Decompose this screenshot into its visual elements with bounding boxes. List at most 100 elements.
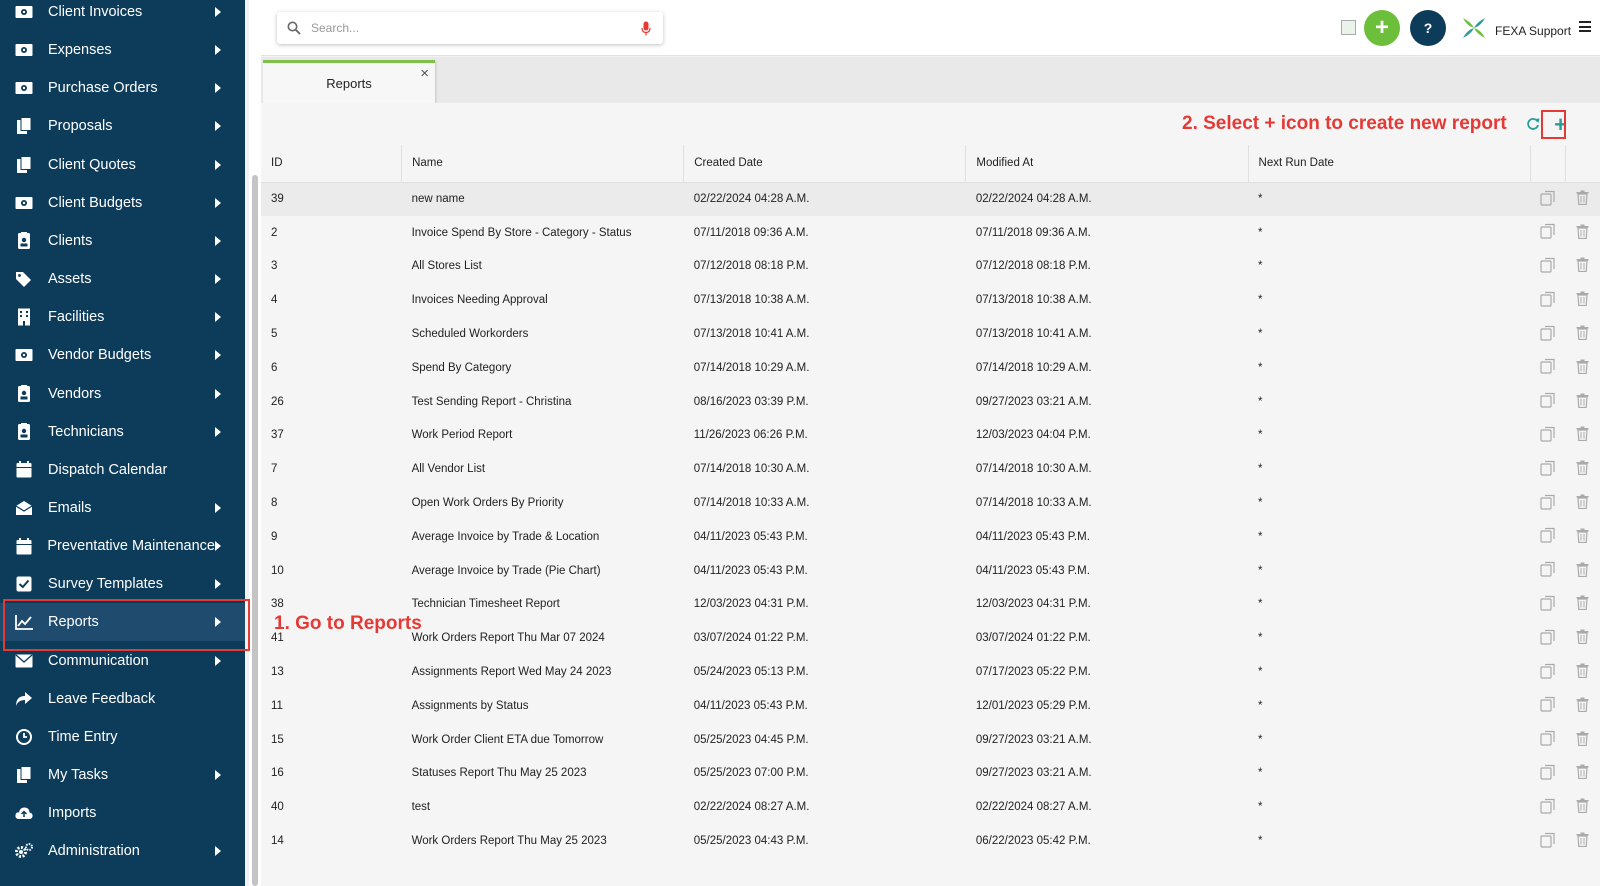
trash-icon[interactable] bbox=[1565, 588, 1600, 622]
table-row[interactable]: 6 Spend By Category 07/14/2018 10:29 A.M. 0… bbox=[261, 351, 1600, 385]
sidebar-item-preventative-maintenance[interactable]: Preventative Maintenance bbox=[0, 527, 245, 565]
trash-icon[interactable] bbox=[1565, 824, 1600, 858]
hamburger-menu-icon[interactable] bbox=[1579, 21, 1591, 32]
table-row[interactable]: 39 new name 02/22/2024 04:28 A.M. 02/22/202… bbox=[261, 182, 1600, 216]
copy-icon[interactable] bbox=[1530, 689, 1565, 723]
copy-icon[interactable] bbox=[1530, 385, 1565, 419]
copy-icon[interactable] bbox=[1530, 419, 1565, 453]
trash-icon[interactable] bbox=[1565, 621, 1600, 655]
copy-icon[interactable] bbox=[1530, 182, 1566, 216]
column-header-created-date[interactable]: Created Date bbox=[683, 145, 967, 183]
copy-icon[interactable] bbox=[1530, 588, 1565, 622]
sidebar-item-technicians[interactable]: Technicians bbox=[0, 413, 245, 451]
copy-icon[interactable] bbox=[1530, 554, 1565, 588]
trash-icon[interactable] bbox=[1565, 317, 1600, 351]
copy-icon[interactable] bbox=[1530, 317, 1565, 351]
table-row[interactable]: 38 Technician Timesheet Report 12/03/2023 … bbox=[261, 588, 1600, 622]
trash-icon[interactable] bbox=[1565, 655, 1600, 689]
trash-icon[interactable] bbox=[1565, 182, 1600, 216]
refresh-icon[interactable] bbox=[1526, 117, 1540, 136]
column-header-next-run-date[interactable]: Next Run Date bbox=[1248, 145, 1531, 183]
sidebar-item-leave-feedback[interactable]: Leave Feedback bbox=[0, 680, 245, 718]
trash-icon[interactable] bbox=[1565, 419, 1600, 453]
copy-icon[interactable] bbox=[1530, 621, 1565, 655]
sidebar-item-survey-templates[interactable]: Survey Templates bbox=[0, 565, 245, 603]
trash-icon[interactable] bbox=[1565, 250, 1600, 284]
sidebar-item-communication[interactable]: Communication bbox=[0, 642, 245, 680]
sidebar-item-clients[interactable]: Clients bbox=[0, 222, 245, 260]
copy-icon[interactable] bbox=[1530, 520, 1565, 554]
search-input[interactable] bbox=[311, 12, 629, 44]
help-button[interactable]: ? bbox=[1410, 10, 1446, 46]
trash-icon[interactable] bbox=[1565, 520, 1600, 554]
trash-icon[interactable] bbox=[1565, 216, 1600, 250]
copy-icon[interactable] bbox=[1530, 723, 1565, 757]
copy-icon[interactable] bbox=[1530, 486, 1565, 520]
sidebar-item-dispatch-calendar[interactable]: Dispatch Calendar bbox=[0, 451, 245, 489]
copy-icon[interactable] bbox=[1530, 655, 1565, 689]
copy-icon[interactable] bbox=[1530, 452, 1565, 486]
sidebar-item-time-entry[interactable]: Time Entry bbox=[0, 718, 245, 756]
tab-close-icon[interactable]: × bbox=[420, 65, 429, 82]
table-row[interactable]: 37 Work Period Report 11/26/2023 06:26 P.M… bbox=[261, 419, 1600, 453]
table-row[interactable]: 9 Average Invoice by Trade & Location 04/1… bbox=[261, 520, 1600, 554]
trash-icon[interactable] bbox=[1565, 723, 1600, 757]
copy-icon[interactable] bbox=[1530, 824, 1565, 858]
table-row[interactable]: 10 Average Invoice by Trade (Pie Chart) 04… bbox=[261, 554, 1600, 588]
table-row[interactable]: 2 Invoice Spend By Store - Category - Sta… bbox=[261, 216, 1600, 250]
table-row[interactable]: 26 Test Sending Report - Christina 08/16/2… bbox=[261, 385, 1600, 419]
column-header-id[interactable]: ID bbox=[261, 145, 403, 183]
table-row[interactable]: 41 Work Orders Report Thu Mar 07 2024 03/0… bbox=[261, 621, 1600, 655]
trash-icon[interactable] bbox=[1565, 554, 1600, 588]
sidebar-scrollbar[interactable] bbox=[249, 0, 261, 886]
search-box[interactable] bbox=[277, 12, 663, 44]
copy-icon[interactable] bbox=[1530, 250, 1565, 284]
sidebar-item-vendors[interactable]: Vendors bbox=[0, 375, 245, 413]
copy-icon[interactable] bbox=[1530, 216, 1565, 250]
column-header-name[interactable]: Name bbox=[401, 145, 685, 183]
trash-icon[interactable] bbox=[1565, 283, 1600, 317]
sidebar-item-facilities[interactable]: Facilities bbox=[0, 298, 245, 336]
sidebar-item-client-budgets[interactable]: Client Budgets bbox=[0, 184, 245, 222]
sidebar-item-reports[interactable]: Reports bbox=[0, 603, 245, 642]
table-row[interactable]: 7 All Vendor List 07/14/2018 10:30 A.M. 07/… bbox=[261, 452, 1600, 486]
scrollbar-thumb[interactable] bbox=[252, 175, 258, 886]
copy-icon[interactable] bbox=[1530, 351, 1565, 385]
user-brand[interactable]: FEXA Support bbox=[1461, 16, 1571, 45]
sidebar-item-purchase-orders[interactable]: Purchase Orders bbox=[0, 69, 245, 107]
sidebar-item-client-quotes[interactable]: Client Quotes bbox=[0, 146, 245, 184]
trash-icon[interactable] bbox=[1565, 452, 1600, 486]
table-row[interactable]: 3 All Stores List 07/12/2018 08:18 P.M. 07/… bbox=[261, 250, 1600, 284]
quick-add-button[interactable]: + bbox=[1364, 10, 1400, 46]
table-row[interactable]: 4 Invoices Needing Approval 07/13/2018 10:… bbox=[261, 283, 1600, 317]
table-row[interactable]: 13 Assignments Report Wed May 24 2023 05/2… bbox=[261, 655, 1600, 689]
trash-icon[interactable] bbox=[1565, 757, 1600, 791]
tab-reports[interactable]: Reports × bbox=[263, 60, 435, 103]
sidebar-item-my-tasks[interactable]: My Tasks bbox=[0, 756, 245, 794]
sidebar-item-imports[interactable]: Imports bbox=[0, 794, 245, 832]
copy-icon[interactable] bbox=[1530, 790, 1565, 824]
sidebar-item-administration[interactable]: Administration bbox=[0, 832, 245, 870]
sidebar-item-proposals[interactable]: Proposals bbox=[0, 107, 245, 145]
table-row[interactable]: 8 Open Work Orders By Priority 07/14/2018 … bbox=[261, 486, 1600, 520]
table-row[interactable]: 5 Scheduled Workorders 07/13/2018 10:41 A.… bbox=[261, 317, 1600, 351]
copy-icon[interactable] bbox=[1530, 283, 1565, 317]
trash-icon[interactable] bbox=[1565, 351, 1600, 385]
table-row[interactable]: 16 Statuses Report Thu May 25 2023 05/25/2… bbox=[261, 757, 1600, 791]
sidebar-item-assets[interactable]: Assets bbox=[0, 260, 245, 298]
table-row[interactable]: 14 Work Orders Report Thu May 25 2023 05/2… bbox=[261, 824, 1600, 858]
table-row[interactable]: 15 Work Order Client ETA due Tomorrow 05/2… bbox=[261, 723, 1600, 757]
sidebar-item-emails[interactable]: Emails bbox=[0, 489, 245, 527]
create-report-button[interactable]: + bbox=[1547, 110, 1574, 140]
sidebar-item-vendor-budgets[interactable]: Vendor Budgets bbox=[0, 336, 245, 374]
sidebar-item-expenses[interactable]: Expenses bbox=[0, 31, 245, 69]
sidebar-item-client-invoices[interactable]: Client Invoices bbox=[0, 0, 245, 31]
copy-icon[interactable] bbox=[1530, 757, 1565, 791]
trash-icon[interactable] bbox=[1565, 790, 1600, 824]
trash-icon[interactable] bbox=[1565, 486, 1600, 520]
table-row[interactable]: 40 test 02/22/2024 08:27 A.M. 02/22/2024 08… bbox=[261, 790, 1600, 824]
column-header-modified-at[interactable]: Modified At bbox=[965, 145, 1249, 183]
microphone-icon[interactable] bbox=[629, 21, 663, 36]
trash-icon[interactable] bbox=[1565, 689, 1600, 723]
trash-icon[interactable] bbox=[1565, 385, 1600, 419]
